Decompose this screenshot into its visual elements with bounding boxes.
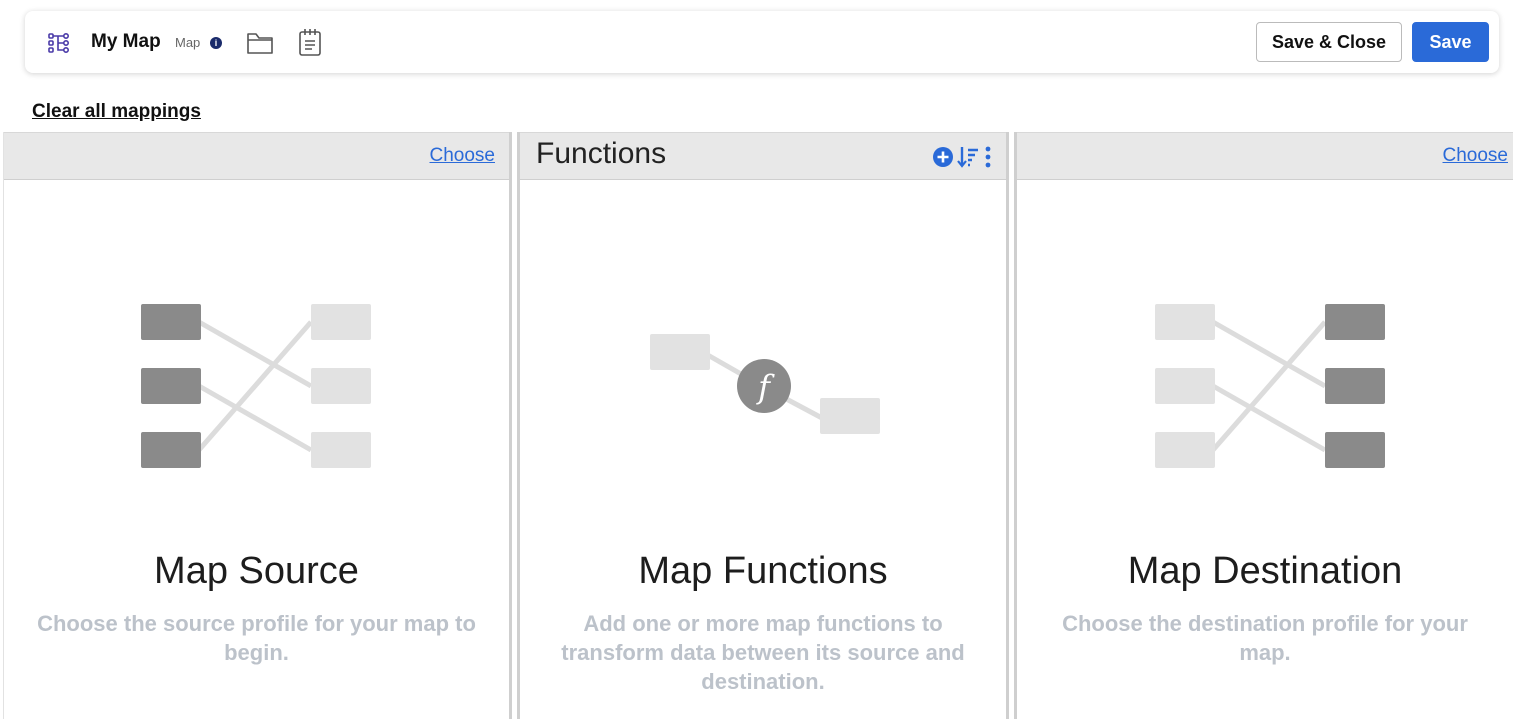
- functions-heading: Map Functions: [638, 550, 888, 592]
- map-title: My Map: [91, 31, 161, 52]
- choose-source-link[interactable]: Choose: [430, 145, 496, 167]
- source-illustration: [141, 304, 371, 468]
- notes-icon[interactable]: [298, 28, 322, 56]
- folder-icon[interactable]: [246, 30, 274, 56]
- destination-description: Choose the destination profile for your …: [1062, 611, 1468, 665]
- functions-toolbar: [932, 145, 994, 169]
- source-description: Choose the source profile for your map t…: [37, 611, 476, 665]
- destination-panel: Choose Map Destination Choose the destin…: [1014, 132, 1513, 719]
- functions-title: Functions: [536, 137, 667, 170]
- add-function-icon[interactable]: [932, 146, 954, 168]
- save-button[interactable]: Save: [1412, 22, 1489, 62]
- functions-illustration: f: [650, 334, 880, 434]
- sort-icon[interactable]: [957, 145, 979, 169]
- destination-panel-header: Choose: [1017, 132, 1513, 180]
- more-options-icon[interactable]: [982, 145, 994, 169]
- source-panel-header: Choose: [4, 132, 509, 180]
- functions-panel: Functions f Map Functions Add one or mor…: [517, 132, 1009, 719]
- map-type-label: Map: [175, 35, 201, 50]
- save-close-button[interactable]: Save & Close: [1256, 22, 1402, 62]
- source-panel: Choose Map Source Choose the source prof…: [3, 132, 512, 719]
- source-heading: Map Source: [154, 550, 359, 592]
- destination-illustration: [1155, 304, 1385, 468]
- functions-description: Add one or more map functions to transfo…: [561, 611, 965, 694]
- map-icon: [48, 32, 69, 53]
- top-toolbar: My Map Map i Save & Close Save: [25, 11, 1499, 73]
- destination-heading: Map Destination: [1127, 550, 1403, 592]
- info-icon[interactable]: i: [210, 37, 222, 49]
- functions-panel-header: Functions: [520, 132, 1006, 180]
- choose-destination-link[interactable]: Choose: [1443, 145, 1509, 167]
- clear-all-mappings-link[interactable]: Clear all mappings: [32, 101, 201, 123]
